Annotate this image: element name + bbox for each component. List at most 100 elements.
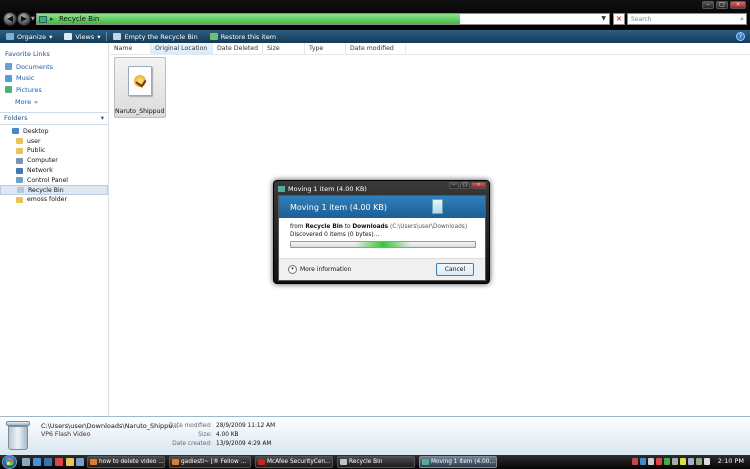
search-input[interactable]: Search ⌕ [627, 13, 747, 25]
taskbar-item-recycle-bin[interactable]: Recycle Bin [337, 456, 415, 468]
favorite-music[interactable]: Music [0, 73, 108, 85]
tray-icon-7[interactable] [680, 458, 686, 465]
favorite-documents[interactable]: Documents [0, 61, 108, 73]
task-label: Moving 1 item (4.00... [431, 459, 495, 465]
forward-button[interactable]: ▶ [17, 12, 31, 26]
folder-icon[interactable] [66, 458, 74, 466]
tree-item-user[interactable]: user [0, 136, 108, 146]
dialog-window-controls: – □ × [449, 182, 486, 189]
favorite-label: Pictures [16, 85, 42, 94]
start-button[interactable] [2, 455, 17, 469]
help-icon[interactable]: ? [736, 32, 745, 41]
destination-path: (C:\Users\user\Downloads) [389, 224, 468, 230]
favorite-pictures[interactable]: Pictures [0, 84, 108, 96]
tray-icon-10[interactable] [704, 458, 710, 465]
task-label: McAfee SecurityCen... [267, 459, 331, 465]
pictures-icon [5, 86, 12, 94]
minimize-icon[interactable]: – [449, 182, 459, 189]
tray-icon-3[interactable] [648, 458, 654, 465]
tray-icon-1[interactable] [632, 458, 638, 465]
progress-marquee [355, 242, 411, 247]
firefox-icon [172, 459, 179, 465]
empty-recycle-bin-button[interactable]: Empty the Recycle Bin [107, 33, 203, 41]
chevron-down-icon[interactable]: ▾ [288, 265, 297, 274]
cancel-button[interactable]: Cancel [436, 263, 474, 276]
close-icon[interactable]: × [730, 1, 746, 9]
views-button[interactable]: Views ▾ [58, 33, 106, 41]
tree-item-network[interactable]: Network [0, 166, 108, 176]
taskbar-item-mcafee[interactable]: McAfee SecurityCen... [255, 456, 333, 468]
column-date-modified[interactable]: Date modified [346, 43, 406, 55]
tray-icon-4[interactable] [656, 458, 662, 465]
browser-icon[interactable] [55, 458, 63, 466]
progress-bar [290, 241, 476, 248]
tree-item-emoss-folder[interactable]: emoss folder [0, 195, 108, 205]
chevron-down-icon: ▾ [97, 32, 101, 41]
mcafee-icon [258, 459, 265, 465]
tray-icon-2[interactable] [640, 458, 646, 465]
dialog-header: Moving 1 item (4.00 KB) [279, 196, 485, 218]
tree-item-computer[interactable]: Computer [0, 156, 108, 166]
taskbar-item-browser-1[interactable]: how to delete video ... [87, 456, 165, 468]
switch-windows-icon[interactable] [33, 458, 41, 466]
address-dropdown-icon[interactable]: ▼ [601, 15, 606, 22]
back-button[interactable]: ◀ [3, 12, 17, 26]
restore-item-button[interactable]: Restore this item [204, 33, 282, 41]
chevron-down-icon: ▾ [100, 114, 104, 122]
recent-pages-chevron-icon[interactable]: ▼ [31, 16, 35, 22]
close-icon[interactable]: × [471, 182, 486, 189]
tree-item-recycle-bin[interactable]: Recycle Bin [0, 185, 108, 196]
tree-item-public[interactable]: Public [0, 146, 108, 156]
tree-item-desktop[interactable]: Desktop [0, 127, 108, 137]
breadcrumb-arrow-icon[interactable]: ▸ [50, 15, 54, 23]
internet-explorer-icon[interactable] [44, 458, 52, 466]
show-desktop-icon[interactable] [22, 458, 30, 466]
column-name[interactable]: Name [110, 43, 151, 55]
search-icon[interactable]: ⌕ [740, 15, 744, 24]
empty-bin-label: Empty the Recycle Bin [124, 32, 198, 41]
destination-link[interactable]: Downloads [352, 224, 388, 230]
tree-label: Public [27, 147, 46, 155]
moving-progress-dialog: Moving 1 item (4.00 KB) – □ × Moving 1 i… [273, 180, 490, 284]
date-modified-value: 28/9/2009 11:12 AM [216, 423, 276, 429]
media-icon[interactable] [76, 458, 84, 466]
tray-icon-5[interactable] [664, 458, 670, 465]
recycle-bin-icon [39, 16, 47, 23]
column-headers: Name Original Location Date Deleted Size… [110, 43, 750, 55]
dialog-title-icon [278, 186, 285, 192]
network-icon [16, 167, 23, 174]
tray-icon-9[interactable] [696, 458, 702, 465]
organize-button[interactable]: Organize ▾ [0, 33, 58, 41]
column-size[interactable]: Size [263, 43, 305, 55]
address-bar[interactable]: ▸ Recycle Bin ▼ [36, 13, 610, 25]
more-links-button[interactable]: More » [0, 96, 108, 108]
file-name: Naruto_Shippud... [115, 108, 165, 115]
column-type[interactable]: Type [305, 43, 346, 55]
address-path[interactable]: Recycle Bin [59, 15, 99, 23]
volume-icon[interactable] [688, 458, 694, 465]
taskbar-item-moving-dialog[interactable]: Moving 1 item (4.00... [419, 456, 497, 468]
column-date-deleted[interactable]: Date Deleted [213, 43, 263, 55]
column-original-location[interactable]: Original Location [151, 43, 213, 55]
firefox-icon [90, 459, 97, 465]
minimize-icon[interactable]: – [702, 1, 714, 9]
from-label: from [290, 224, 304, 230]
stop-icon[interactable]: × [613, 13, 625, 25]
folder-icon [16, 147, 23, 154]
more-information-toggle[interactable]: More information [300, 266, 351, 273]
maximize-icon[interactable]: □ [716, 1, 728, 9]
desktop-icon [12, 128, 19, 135]
flash-video-file-icon [128, 66, 152, 96]
network-icon[interactable] [672, 458, 678, 465]
organize-icon [6, 33, 14, 40]
folders-header[interactable]: Folders ▾ [0, 111, 108, 125]
restore-label: Restore this item [220, 32, 277, 41]
maximize-icon[interactable]: □ [460, 182, 470, 189]
date-created-value: 13/9/2009 4:29 AM [216, 441, 272, 447]
taskbar-item-browser-2[interactable]: gadiesti~ [® Fellow ... [169, 456, 251, 468]
file-item[interactable]: Naruto_Shippud... [114, 57, 166, 118]
tree-item-control-panel[interactable]: Control Panel [0, 175, 108, 185]
clock[interactable]: 2:10 PM [718, 457, 744, 465]
source-link[interactable]: Recycle Bin [305, 224, 343, 230]
size-label: Size: [198, 432, 212, 438]
